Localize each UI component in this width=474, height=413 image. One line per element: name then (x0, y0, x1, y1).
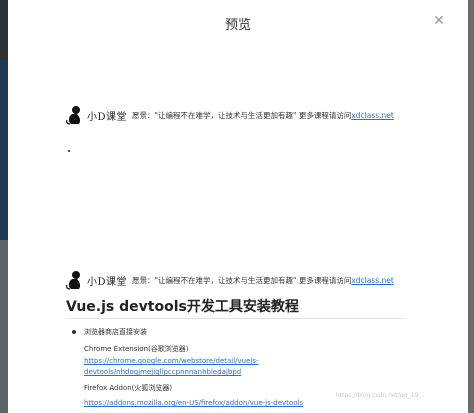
background-left-edge (0, 0, 8, 413)
preview-modal: 预览 ✕ 小D课堂 愿景："让编程不在难学，让技术与生活更加有趣" 更多课程请访… (8, 0, 468, 413)
slogan-text: 愿景："让编程不在难学，让技术与生活更加有趣" 更多课程请访问 (132, 275, 352, 285)
slogan-text: 愿景："让编程不在难学，让技术与生活更加有趣" 更多课程请访问 (132, 110, 352, 120)
chrome-link-line-2[interactable]: devtools/nhdogjmejiglipccpnnnanhbledajbp… (84, 368, 241, 376)
list-item: 浏览器商店直接安装 (72, 327, 147, 337)
brand-logo: 小D课堂 (66, 105, 127, 125)
logo-text: 小D课堂 (87, 111, 128, 123)
slogan-row-bottom: 小D课堂 愿景："让编程不在难学，让技术与生活更加有趣" 更多课程请访问 xdc… (66, 268, 394, 292)
chrome-label: Chrome Extension(谷歌浏览器) (84, 345, 189, 353)
bullet-icon (72, 330, 76, 334)
slogan-link[interactable]: xdclass.net (351, 111, 394, 120)
background-panel-lower (0, 240, 8, 413)
chrome-link-line-1[interactable]: https://chrome.google.com/webstore/detai… (84, 357, 259, 365)
title-divider (66, 318, 406, 319)
logo-text: 小D课堂 (87, 276, 128, 288)
logo-mark-icon (66, 106, 81, 125)
stray-dot (68, 150, 70, 152)
brand-logo: 小D课堂 (66, 270, 127, 290)
watermark: https://blog.csdn.net/qq_19... (335, 392, 424, 399)
preview-content[interactable]: 小D课堂 愿景："让编程不在难学，让技术与生活更加有趣" 更多课程请访问 xdc… (8, 0, 468, 413)
background-panel (0, 60, 8, 240)
doc-title: Vue.js devtools开发工具安装教程 (66, 299, 299, 315)
firefox-link[interactable]: https://addons.mozilla.org/en-US/firefox… (84, 399, 303, 407)
logo-mark-icon (66, 271, 81, 290)
slogan-row-top: 小D课堂 愿景："让编程不在难学，让技术与生活更加有趣" 更多课程请访问 xdc… (66, 103, 394, 127)
background-right-edge (468, 0, 474, 413)
bullet-text: 浏览器商店直接安装 (84, 328, 147, 336)
slogan-link[interactable]: xdclass.net (351, 276, 394, 285)
firefox-label: Firefox Addon(火狐浏览器) (84, 384, 173, 392)
